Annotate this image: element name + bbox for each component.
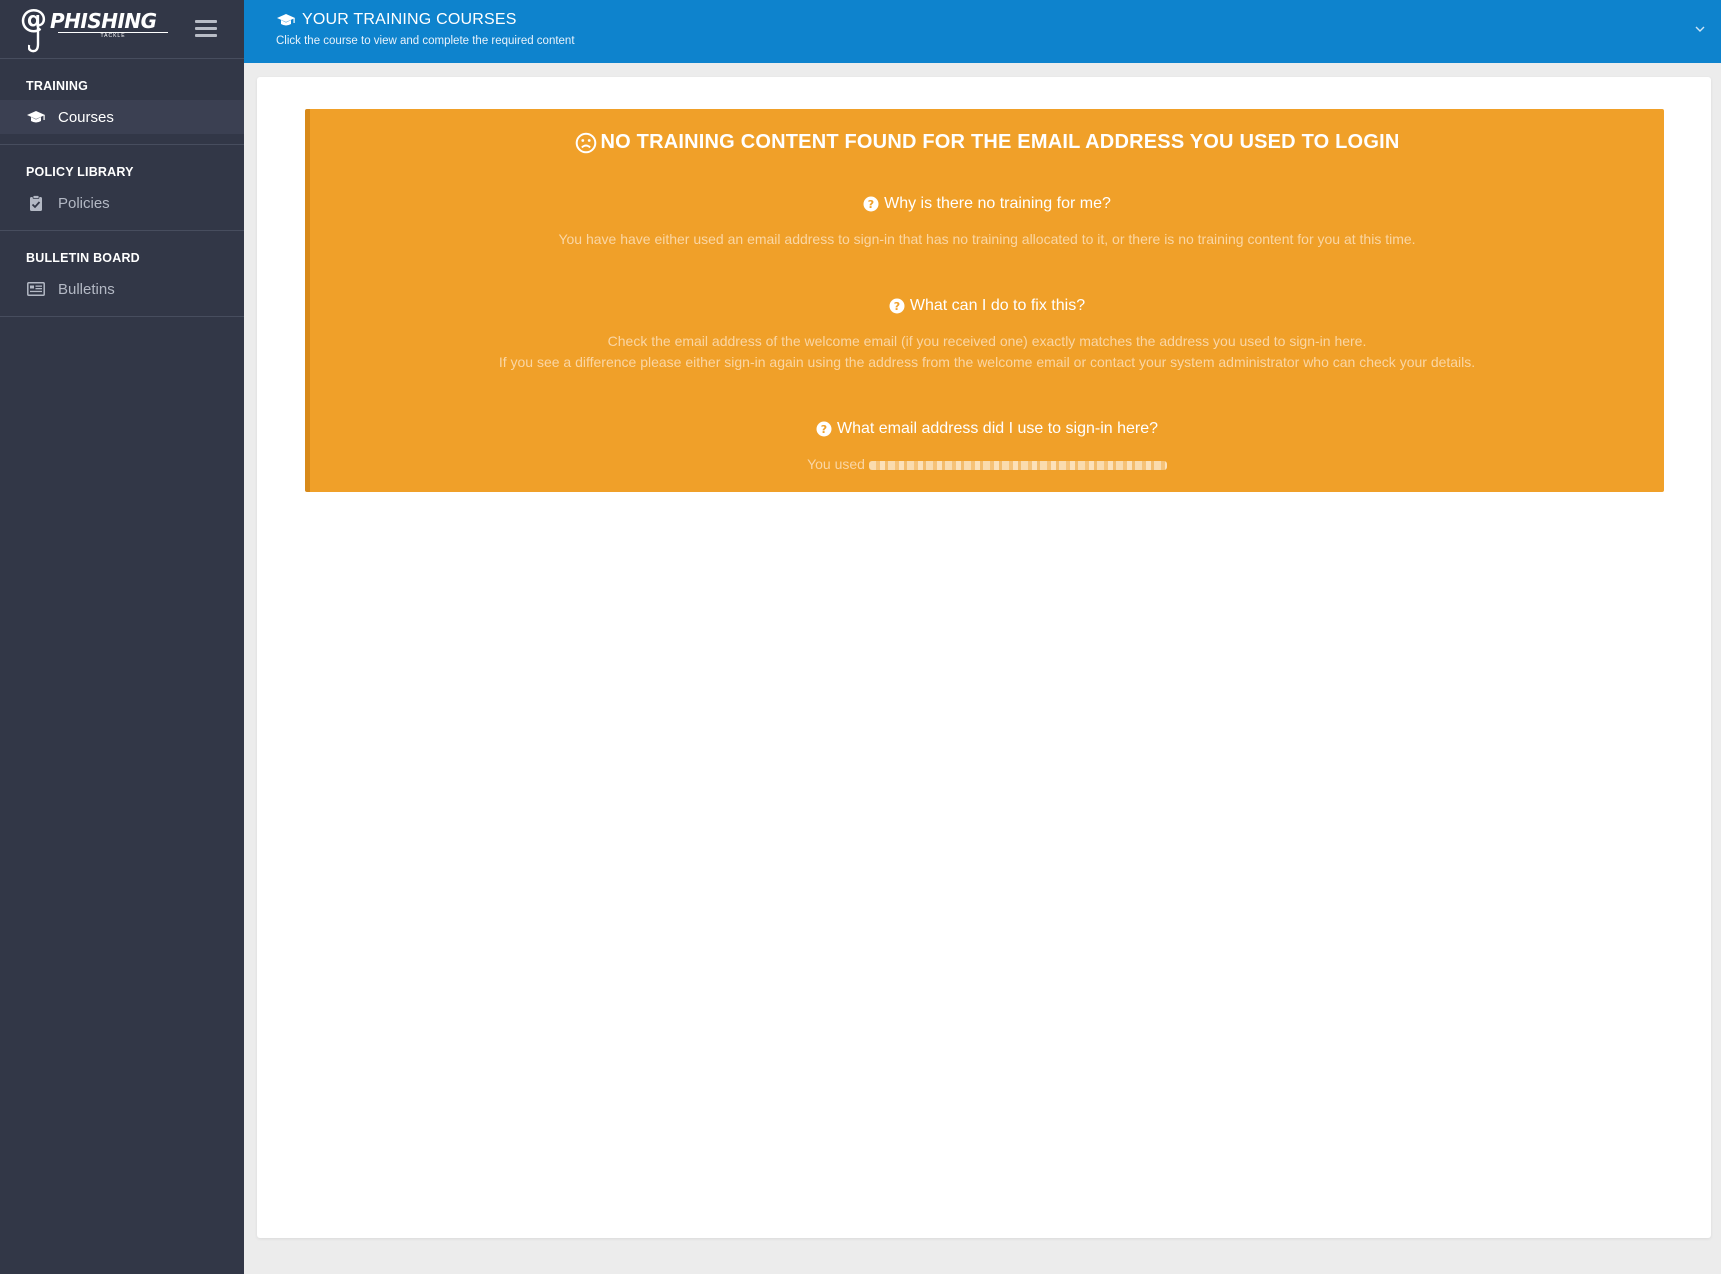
svg-text:?: ? bbox=[894, 300, 900, 313]
answer-how-to-fix-line1: Check the email address of the welcome e… bbox=[607, 333, 1367, 349]
newspaper-icon bbox=[26, 281, 46, 297]
nav-header-training: TRAINING bbox=[26, 79, 89, 93]
alert-title: NO TRAINING CONTENT FOUND FOR THE EMAIL … bbox=[310, 131, 1664, 154]
nav-section-training: TRAINING Courses bbox=[0, 59, 244, 145]
sidebar-item-bulletins[interactable]: Bulletins bbox=[0, 272, 244, 306]
nav-header-bulletin-board: BULLETIN BOARD bbox=[26, 251, 140, 265]
svg-text:?: ? bbox=[868, 198, 874, 211]
brand-name: PHISHING bbox=[50, 9, 157, 33]
redacted-email bbox=[868, 460, 1167, 470]
graduation-cap-icon bbox=[26, 109, 46, 125]
frown-icon bbox=[575, 132, 597, 154]
question-circle-icon: ? bbox=[816, 421, 832, 437]
sidebar-item-courses[interactable]: Courses bbox=[0, 100, 244, 134]
clipboard-check-icon bbox=[26, 195, 46, 211]
graduation-cap-icon bbox=[276, 13, 296, 27]
answer-which-email: You used bbox=[310, 454, 1664, 475]
answer-how-to-fix-line2: If you see a difference please either si… bbox=[498, 354, 1476, 370]
chevron-down-icon[interactable] bbox=[1693, 24, 1707, 34]
page-subtitle: Click the course to view and complete th… bbox=[276, 35, 575, 47]
fish-hook-icon bbox=[28, 24, 40, 53]
sidebar: @ PHISHING TACKLE TRAINING Courses POLIC… bbox=[0, 0, 244, 1274]
answer-why-no-training: You have have either used an email addre… bbox=[558, 231, 1416, 247]
page-title-text: YOUR TRAINING COURSES bbox=[302, 11, 517, 28]
question-why-no-training: ? Why is there no training for me? bbox=[310, 195, 1664, 213]
hamburger-menu-icon[interactable] bbox=[195, 20, 217, 38]
sidebar-item-label: Courses bbox=[58, 108, 114, 126]
page-title: YOUR TRAINING COURSES bbox=[276, 11, 517, 29]
brand: @ PHISHING TACKLE bbox=[0, 0, 244, 59]
no-training-alert: NO TRAINING CONTENT FOUND FOR THE EMAIL … bbox=[305, 109, 1664, 492]
page-header: YOUR TRAINING COURSES Click the course t… bbox=[244, 0, 1721, 63]
question-which-email: ? What email address did I use to sign-i… bbox=[310, 420, 1664, 438]
question-how-to-fix: ? What can I do to fix this? bbox=[310, 297, 1664, 315]
sidebar-item-label: Policies bbox=[58, 194, 110, 212]
question-circle-icon: ? bbox=[889, 298, 905, 314]
nav-section-policy-library: POLICY LIBRARY Policies bbox=[0, 145, 244, 231]
alert-title-text: NO TRAINING CONTENT FOUND FOR THE EMAIL … bbox=[600, 131, 1400, 153]
svg-text:?: ? bbox=[821, 423, 827, 436]
question-circle-icon: ? bbox=[863, 196, 879, 212]
nav-section-bulletin-board: BULLETIN BOARD Bulletins bbox=[0, 231, 244, 317]
content-card: NO TRAINING CONTENT FOUND FOR THE EMAIL … bbox=[257, 77, 1711, 1238]
nav-header-policy-library: POLICY LIBRARY bbox=[26, 165, 134, 179]
sidebar-item-policies[interactable]: Policies bbox=[0, 186, 244, 220]
sidebar-item-label: Bulletins bbox=[58, 280, 115, 298]
phishing-tackle-logo[interactable]: @ PHISHING TACKLE bbox=[20, 6, 170, 53]
brand-sub: TACKLE bbox=[58, 32, 168, 40]
